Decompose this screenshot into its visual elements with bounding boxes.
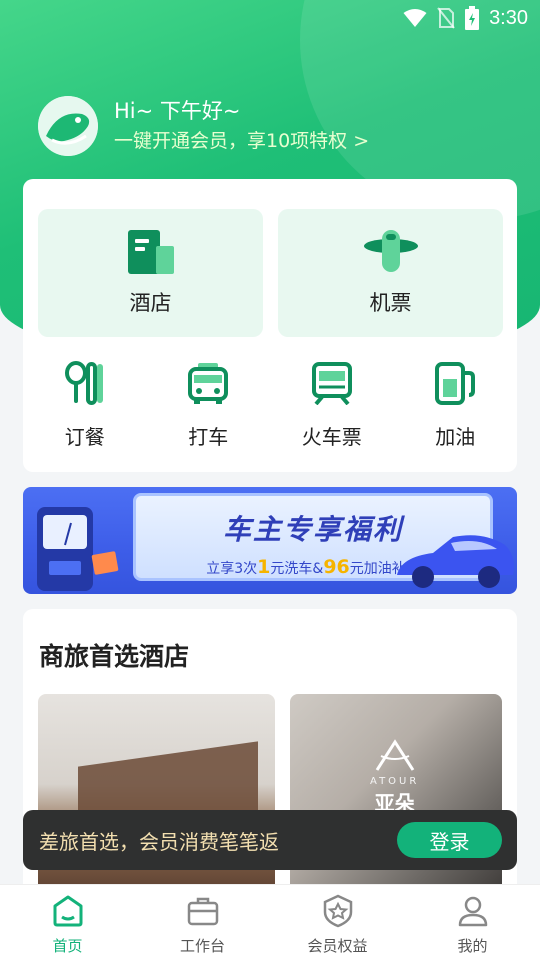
status-bar: 3:30 [0,0,540,36]
train-icon [311,362,352,405]
food-order-label: 订餐 [64,425,105,449]
taxi-item[interactable]: 打车 [147,359,271,450]
taxi-icon [188,363,229,404]
taxi-label: 打车 [188,425,229,449]
status-time: 3:30 [489,6,528,29]
toast-message: 差旅首选，会员消费笔笔返 [39,829,279,854]
battery-charging-icon [465,6,480,30]
airplane-icon [363,230,418,272]
service-card: 酒店 机票 订餐 打车 火车票 加油 [23,179,517,472]
atour-logo-icon [375,739,414,771]
hotel-brand-logo: ATOUR 亚朵 [370,738,419,816]
section-title: 商旅首选酒店 [39,642,190,671]
train-ticket-item[interactable]: 火车票 [270,359,394,450]
wifi-icon [403,9,427,27]
tab-home[interactable]: 首页 [0,885,135,960]
car-illustration [397,535,514,588]
mascot-icon [38,96,98,156]
bottom-tab-bar: 首页 工作台 会员权益 我的 [0,884,540,960]
membership-promo-link[interactable]: 一键开通会员，享10项特权 > [114,127,369,155]
member-badge-icon [323,894,352,928]
fuel-pump-icon [435,362,476,405]
hotel-tile[interactable]: 酒店 [38,209,263,337]
member-greeting[interactable]: Hi~ 下午好~ 一键开通会员，享10项特权 > [38,96,369,156]
avatar[interactable] [38,96,98,156]
hotel-building-icon [127,230,174,274]
train-ticket-label: 火车票 [301,425,362,449]
fuel-meter-illustration [37,507,119,591]
tab-member-benefits[interactable]: 会员权益 [270,885,405,960]
home-icon [53,895,82,927]
food-order-item[interactable]: 订餐 [23,359,147,450]
briefcase-icon [187,897,218,926]
login-button[interactable]: 登录 [397,822,502,858]
profile-icon [458,896,487,927]
greeting-title: Hi~ 下午好~ [114,99,241,123]
car-owner-promo-banner[interactable]: 车主专享福利 立享3次1元洗车&96元加油补贴 [23,487,517,594]
flight-tile[interactable]: 机票 [278,209,503,337]
tab-workbench[interactable]: 工作台 [135,885,270,960]
hotel-label: 酒店 [129,291,172,315]
spoon-fork-icon [64,361,103,405]
fuel-label: 加油 [435,425,476,449]
no-sim-icon [437,7,455,29]
login-toast: 差旅首选，会员消费笔笔返 登录 [23,810,517,870]
fuel-item[interactable]: 加油 [394,359,518,450]
tab-profile[interactable]: 我的 [405,885,540,960]
flight-label: 机票 [369,291,412,315]
